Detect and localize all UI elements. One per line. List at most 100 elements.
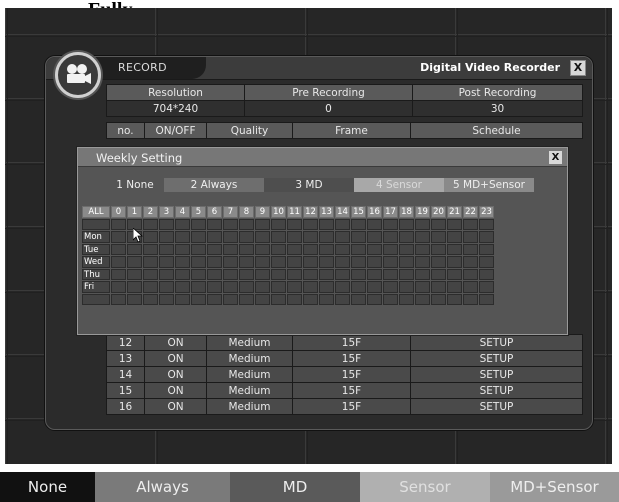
channel-schedule-button[interactable]: SETUP bbox=[410, 398, 583, 415]
schedule-cell[interactable] bbox=[223, 268, 238, 280]
channel-onoff[interactable]: ON bbox=[144, 334, 207, 351]
schedule-cell[interactable] bbox=[127, 281, 142, 293]
schedule-cell[interactable] bbox=[191, 268, 206, 280]
schedule-cell[interactable] bbox=[143, 281, 158, 293]
schedule-cell[interactable] bbox=[415, 256, 430, 268]
schedule-cell[interactable] bbox=[287, 281, 302, 293]
schedule-cell[interactable] bbox=[239, 243, 254, 255]
schedule-cell[interactable] bbox=[463, 281, 478, 293]
hour-header-2[interactable]: 2 bbox=[143, 206, 158, 218]
schedule-cell[interactable] bbox=[319, 268, 334, 280]
schedule-cell[interactable] bbox=[207, 281, 222, 293]
schedule-cell[interactable] bbox=[127, 268, 142, 280]
schedule-cell[interactable] bbox=[271, 281, 286, 293]
schedule-cell[interactable] bbox=[319, 293, 334, 305]
schedule-cell[interactable] bbox=[239, 293, 254, 305]
mode-none-button[interactable]: 1 None bbox=[106, 178, 164, 192]
schedule-cell[interactable] bbox=[191, 293, 206, 305]
hour-header-7[interactable]: 7 bbox=[223, 206, 238, 218]
channel-onoff[interactable]: ON bbox=[144, 398, 207, 415]
schedule-cell[interactable] bbox=[175, 243, 190, 255]
schedule-cell[interactable] bbox=[239, 256, 254, 268]
schedule-cell[interactable] bbox=[143, 268, 158, 280]
schedule-cell[interactable] bbox=[351, 281, 366, 293]
schedule-cell[interactable] bbox=[399, 243, 414, 255]
schedule-cell[interactable] bbox=[335, 256, 350, 268]
schedule-cell[interactable] bbox=[223, 256, 238, 268]
hour-header-12[interactable]: 12 bbox=[303, 206, 318, 218]
schedule-cell[interactable] bbox=[111, 268, 126, 280]
hour-header-4[interactable]: 4 bbox=[175, 206, 190, 218]
schedule-cell[interactable] bbox=[271, 243, 286, 255]
schedule-cell[interactable] bbox=[479, 231, 494, 243]
schedule-cell[interactable] bbox=[191, 218, 206, 230]
schedule-cell[interactable] bbox=[351, 268, 366, 280]
channel-onoff[interactable]: ON bbox=[144, 366, 207, 383]
schedule-cell[interactable] bbox=[271, 218, 286, 230]
schedule-cell[interactable] bbox=[431, 218, 446, 230]
hour-header-11[interactable]: 11 bbox=[287, 206, 302, 218]
day-label[interactable] bbox=[82, 218, 110, 230]
day-label[interactable]: Wed bbox=[82, 256, 110, 268]
schedule-cell[interactable] bbox=[431, 268, 446, 280]
schedule-cell[interactable] bbox=[351, 243, 366, 255]
schedule-cell[interactable] bbox=[367, 293, 382, 305]
schedule-cell[interactable] bbox=[239, 281, 254, 293]
schedule-cell[interactable] bbox=[255, 293, 270, 305]
channel-quality[interactable]: Medium bbox=[206, 398, 293, 415]
hour-header-17[interactable]: 17 bbox=[383, 206, 398, 218]
day-label[interactable]: Tue bbox=[82, 243, 110, 255]
schedule-cell[interactable] bbox=[447, 256, 462, 268]
schedule-cell[interactable] bbox=[175, 281, 190, 293]
hour-header-1[interactable]: 1 bbox=[127, 206, 142, 218]
schedule-cell[interactable] bbox=[367, 256, 382, 268]
schedule-cell[interactable] bbox=[415, 231, 430, 243]
schedule-cell[interactable] bbox=[335, 218, 350, 230]
channel-quality[interactable]: Medium bbox=[206, 366, 293, 383]
schedule-cell[interactable] bbox=[431, 281, 446, 293]
pre-recording-value[interactable]: 0 bbox=[244, 100, 413, 117]
schedule-cell[interactable] bbox=[159, 243, 174, 255]
schedule-cell[interactable] bbox=[175, 256, 190, 268]
close-button[interactable]: X bbox=[570, 60, 586, 76]
hour-header-14[interactable]: 14 bbox=[335, 206, 350, 218]
schedule-cell[interactable] bbox=[367, 281, 382, 293]
channel-schedule-button[interactable]: SETUP bbox=[410, 366, 583, 383]
schedule-cell[interactable] bbox=[351, 218, 366, 230]
schedule-cell[interactable] bbox=[303, 293, 318, 305]
schedule-cell[interactable] bbox=[207, 218, 222, 230]
schedule-cell[interactable] bbox=[367, 231, 382, 243]
schedule-cell[interactable] bbox=[479, 293, 494, 305]
schedule-cell[interactable] bbox=[415, 293, 430, 305]
schedule-cell[interactable] bbox=[399, 256, 414, 268]
schedule-cell[interactable] bbox=[191, 231, 206, 243]
schedule-cell[interactable] bbox=[255, 281, 270, 293]
schedule-cell[interactable] bbox=[223, 218, 238, 230]
schedule-cell[interactable] bbox=[447, 268, 462, 280]
hour-header-0[interactable]: 0 bbox=[111, 206, 126, 218]
table-row[interactable]: 12 ON Medium 15F SETUP bbox=[106, 334, 583, 351]
schedule-cell[interactable] bbox=[335, 243, 350, 255]
schedule-cell[interactable] bbox=[463, 293, 478, 305]
resolution-value[interactable]: 704*240 bbox=[106, 100, 245, 117]
mode-md-button[interactable]: 3 MD bbox=[264, 178, 354, 192]
schedule-cell[interactable] bbox=[287, 218, 302, 230]
schedule-cell[interactable] bbox=[159, 293, 174, 305]
schedule-cell[interactable] bbox=[287, 231, 302, 243]
mode-sensor-button[interactable]: 4 Sensor bbox=[354, 178, 444, 192]
hour-header-16[interactable]: 16 bbox=[367, 206, 382, 218]
schedule-cell[interactable] bbox=[255, 268, 270, 280]
channel-frame[interactable]: 15F bbox=[292, 382, 411, 399]
schedule-cell[interactable] bbox=[191, 281, 206, 293]
schedule-cell[interactable] bbox=[223, 281, 238, 293]
channel-schedule-button[interactable]: SETUP bbox=[410, 334, 583, 351]
schedule-cell[interactable] bbox=[143, 293, 158, 305]
schedule-cell[interactable] bbox=[223, 231, 238, 243]
schedule-cell[interactable] bbox=[399, 293, 414, 305]
schedule-cell[interactable] bbox=[335, 231, 350, 243]
schedule-cell[interactable] bbox=[303, 256, 318, 268]
schedule-cell[interactable] bbox=[111, 256, 126, 268]
schedule-cell[interactable] bbox=[287, 256, 302, 268]
schedule-cell[interactable] bbox=[287, 293, 302, 305]
schedule-cell[interactable] bbox=[175, 218, 190, 230]
